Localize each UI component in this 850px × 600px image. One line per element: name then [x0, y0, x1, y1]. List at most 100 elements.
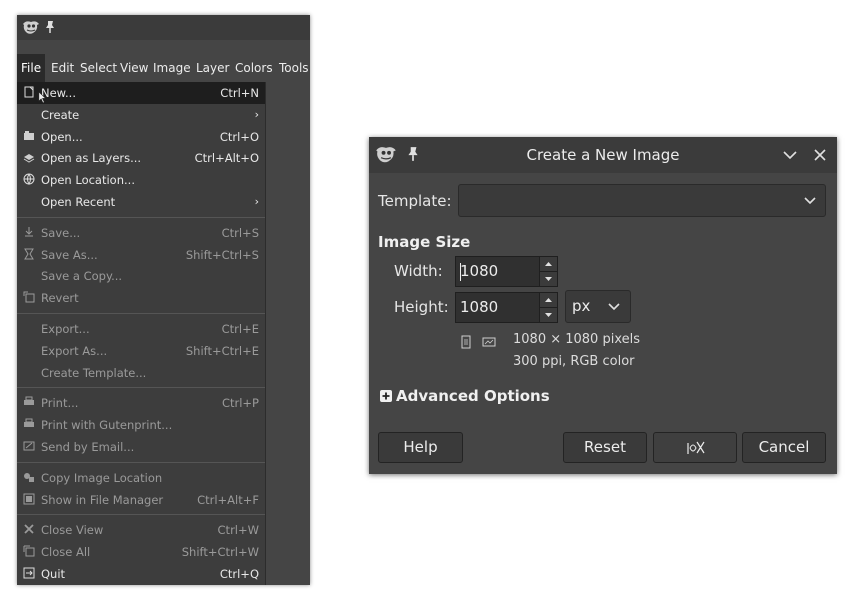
menu-item-label: Close All	[41, 545, 91, 560]
menu-item-label: Revert	[41, 291, 79, 306]
menu-item-print-with-gutenprint[interactable]: Print with Gutenprint...	[17, 414, 265, 436]
menu-item-shortcut: Shift+Ctrl+S	[185, 247, 259, 262]
decrement-icon[interactable]	[540, 272, 557, 286]
width-spin-buttons	[539, 257, 557, 286]
minimize-chevron-icon[interactable]	[782, 148, 798, 162]
unit-value: px	[572, 297, 591, 315]
increment-icon[interactable]	[540, 293, 557, 308]
increment-icon[interactable]	[540, 257, 557, 272]
print-icon	[24, 396, 34, 406]
menu-item-label: Create	[41, 107, 80, 122]
menu-item-shortcut: Shift+Ctrl+W	[181, 545, 259, 560]
menu-item-open-recent[interactable]: Open Recent ›	[17, 191, 265, 213]
close-view-icon	[24, 524, 34, 535]
menu-item-label: Create Template...	[41, 365, 147, 380]
advanced-options-label[interactable]: Advanced Options	[396, 387, 550, 405]
width-value[interactable]: 1080	[460, 257, 498, 286]
open-layers-icon	[23, 154, 35, 163]
menu-item-open[interactable]: Open... Ctrl+O	[17, 126, 265, 148]
menu-item-shortcut: Ctrl+Alt+O	[194, 151, 259, 166]
width-spinbox[interactable]: 1080	[455, 256, 558, 287]
menu-separator	[17, 313, 265, 314]
dialog-title: Create a New Image	[526, 146, 680, 164]
menu-item-quit[interactable]: Quit Ctrl+Q	[17, 563, 265, 585]
menu-separator	[17, 216, 265, 218]
menubar-select[interactable]: Select	[76, 54, 121, 83]
menu-item-label: Send by Email...	[41, 440, 135, 454]
menu-item-label: Export As...	[41, 343, 108, 358]
menubar-colors[interactable]: Colors	[231, 54, 277, 83]
menu-item-save-as[interactable]: Save As... Shift+Ctrl+S	[17, 244, 265, 266]
menu-item-label: Open as Layers...	[41, 151, 142, 166]
close-all-icon	[23, 545, 35, 557]
menu-item-label: Open...	[41, 129, 83, 144]
menu-item-close-all[interactable]: Close All Shift+Ctrl+W	[17, 541, 265, 563]
new-image-icon	[24, 86, 34, 98]
pin-icon[interactable]	[44, 20, 56, 34]
menu-item-open-as-layers[interactable]: Open as Layers... Ctrl+Alt+O	[17, 147, 265, 169]
globe-icon	[23, 173, 35, 186]
help-button[interactable]: Help	[378, 432, 463, 463]
quit-icon	[23, 567, 35, 579]
template-combo[interactable]	[458, 184, 826, 217]
ok-button[interactable]	[653, 432, 737, 463]
cancel-button[interactable]: Cancel	[742, 432, 826, 463]
menubar-layer[interactable]: Layer	[192, 54, 233, 83]
menu-item-new[interactable]: New... Ctrl+N	[17, 82, 265, 104]
landscape-icon[interactable]	[482, 335, 496, 349]
height-value[interactable]: 1080	[460, 293, 498, 322]
menu-item-label: Save a Copy...	[41, 269, 123, 284]
menu-item-shortcut: Ctrl+W	[217, 523, 259, 538]
height-label: Height:	[394, 298, 449, 316]
menu-item-revert[interactable]: Revert	[17, 287, 265, 309]
close-icon[interactable]	[812, 147, 828, 163]
menubar-view[interactable]: View	[116, 54, 152, 83]
menu-item-label: Export...	[41, 322, 90, 336]
menu-item-send-by-email[interactable]: Send by Email...	[17, 436, 265, 458]
info-pixels: 1080 × 1080 pixels	[513, 332, 640, 347]
menubar: File Edit Select View Image Layer Colors Tools	[17, 54, 310, 83]
menubar-tools[interactable]: Tools	[275, 54, 313, 83]
portrait-icon[interactable]	[459, 335, 473, 349]
menu-item-close-view[interactable]: Close View Ctrl+W	[17, 519, 265, 541]
menu-item-print[interactable]: Print... Ctrl+P	[17, 392, 265, 414]
reset-button[interactable]: Reset	[563, 432, 647, 463]
menu-item-create[interactable]: Create ›	[17, 104, 265, 126]
menu-separator	[17, 514, 265, 516]
chevron-down-icon	[608, 303, 620, 311]
chevron-down-icon	[804, 197, 816, 205]
open-icon	[24, 130, 34, 140]
menu-item-label: Save As...	[41, 247, 98, 262]
menu-item-label: Close View	[41, 523, 104, 538]
height-spin-buttons	[539, 293, 557, 322]
menubar-edit[interactable]: Edit	[47, 54, 78, 83]
menu-item-export-as[interactable]: Export As... Shift+Ctrl+E	[17, 340, 265, 362]
menu-item-save-a-copy[interactable]: Save a Copy...	[17, 265, 265, 287]
menu-item-label: Quit	[41, 567, 66, 581]
menu-item-export[interactable]: Export... Ctrl+E	[17, 318, 265, 340]
decrement-icon[interactable]	[540, 308, 557, 322]
menu-item-label: Show in File Manager	[41, 492, 164, 507]
save-as-icon	[24, 248, 34, 260]
expander-plus-icon[interactable]	[380, 390, 392, 402]
menu-item-save[interactable]: Save... Ctrl+S	[17, 222, 265, 244]
menu-item-create-template[interactable]: Create Template...	[17, 362, 265, 384]
height-spinbox[interactable]: 1080	[455, 292, 558, 323]
create-new-image-dialog: Create a New Image Template: Image Size …	[369, 137, 837, 474]
menu-item-show-in-file-manager[interactable]: Show in File Manager Ctrl+Alt+F	[17, 489, 265, 511]
menu-item-label: Print with Gutenprint...	[41, 418, 173, 433]
menu-item-open-location[interactable]: Open Location...	[17, 169, 265, 191]
menu-item-shortcut: Ctrl+N	[220, 86, 259, 100]
width-label: Width:	[394, 262, 443, 280]
revert-icon	[23, 291, 35, 303]
menu-item-copy-image-location[interactable]: Copy Image Location	[17, 467, 265, 489]
menubar-image[interactable]: Image	[149, 54, 195, 83]
text-cursor	[460, 263, 461, 281]
ok-cursor-icon	[687, 441, 705, 454]
menubar-file[interactable]: File	[17, 54, 46, 83]
menu-item-shortcut: Ctrl+Alt+F	[197, 492, 259, 507]
window-titlebar	[17, 15, 310, 40]
gimp-main-window: File Edit Select View Image Layer Colors Tools …	[17, 15, 310, 585]
menu-separator	[17, 461, 265, 463]
unit-combo[interactable]: px	[565, 290, 631, 323]
